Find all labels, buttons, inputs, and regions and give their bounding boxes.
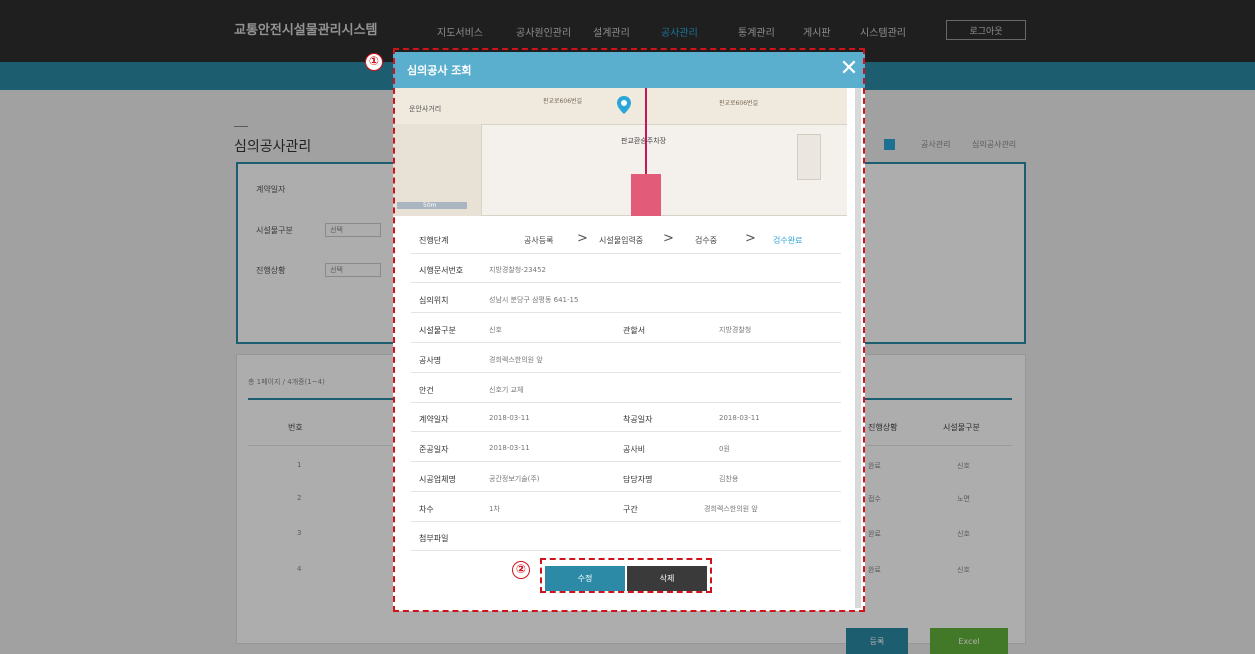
- annotation-marker-1: ①: [365, 53, 383, 71]
- annotation-box-modal: [393, 48, 865, 612]
- annotation-marker-2: ②: [512, 561, 530, 579]
- annotation-box-buttons: [540, 558, 712, 593]
